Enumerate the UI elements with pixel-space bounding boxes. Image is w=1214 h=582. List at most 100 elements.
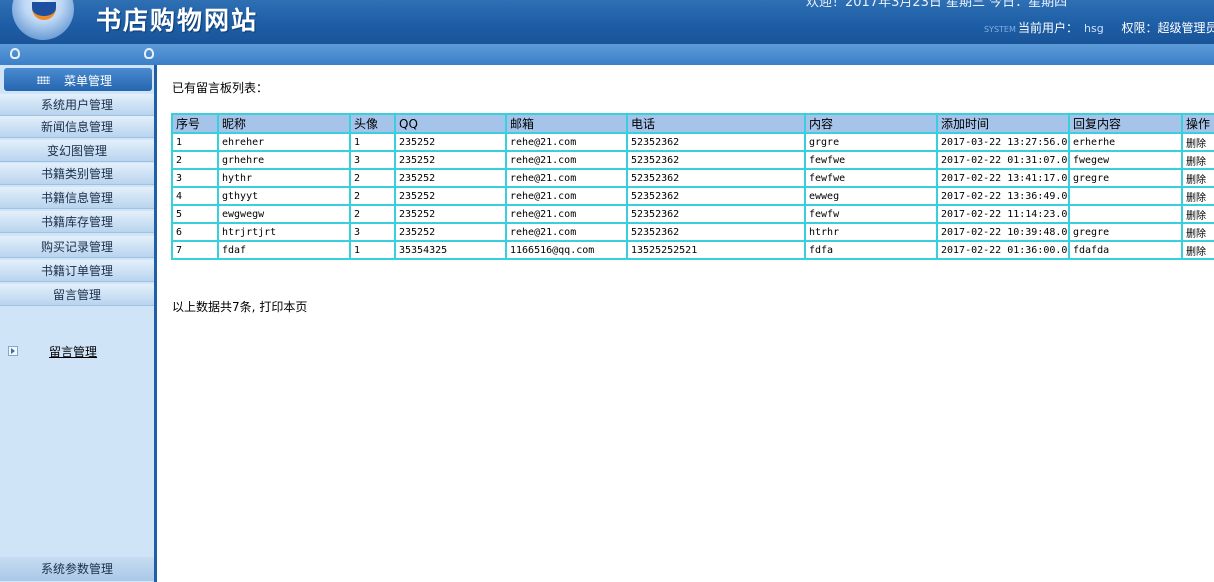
column-header: 电话 — [626, 113, 806, 134]
column-header: 操作 — [1181, 113, 1214, 134]
arrow-right-icon — [8, 346, 18, 356]
cell-phone: 52352362 — [626, 168, 806, 188]
cell-nick: ehreher — [217, 132, 351, 152]
cell-nick: fdaf — [217, 240, 351, 260]
cell-avatar: 3 — [349, 222, 396, 242]
cell-phone: 52352362 — [626, 204, 806, 224]
toolbar-strip — [0, 44, 1214, 65]
ring-icon — [144, 48, 154, 59]
cell-email: rehe@21.com — [505, 186, 628, 206]
cell-time: 2017-03-22 13:27:56.0 — [936, 132, 1070, 152]
cell-reply — [1068, 186, 1183, 206]
current-user-value: hsg — [1084, 22, 1104, 35]
column-header: QQ — [394, 113, 507, 134]
system-tag: SYSTEM — [984, 25, 1016, 34]
subitem-label[interactable]: 留言管理 — [49, 343, 97, 360]
cell-content: fdfa — [804, 240, 938, 260]
print-page-link[interactable]: 打印本页 — [259, 300, 307, 314]
cell-qq: 235252 — [394, 168, 507, 188]
column-header: 回复内容 — [1068, 113, 1183, 134]
cell-content: fewfwe — [804, 168, 938, 188]
cell-time: 2017-02-22 01:36:00.0 — [936, 240, 1070, 260]
cell-content: grgre — [804, 132, 938, 152]
sidebar-item-system-params[interactable]: 系统参数管理 — [0, 557, 154, 581]
sidebar-subitem-messages[interactable]: 留言管理 — [0, 340, 154, 362]
cell-id: 6 — [171, 222, 219, 242]
cell-reply: fwegew — [1068, 150, 1183, 170]
sidebar-item-system-users[interactable]: 系统用户管理 — [0, 94, 154, 116]
cell-reply: erherhe — [1068, 132, 1183, 152]
menu-header[interactable]: 菜单管理 — [4, 68, 152, 91]
sidebar-item-news[interactable]: 新闻信息管理 — [0, 116, 154, 138]
cell-nick: grhehre — [217, 150, 351, 170]
cell-qq: 235252 — [394, 204, 507, 224]
delete-link[interactable]: 删除 — [1181, 150, 1214, 170]
cell-qq: 235252 — [394, 150, 507, 170]
user-info: 当前用户： hsg 权限：超级管理员 — [1018, 19, 1214, 36]
cell-reply — [1068, 204, 1183, 224]
column-header: 昵称 — [217, 113, 351, 134]
sidebar-item-book-category[interactable]: 书籍类别管理 — [0, 163, 154, 185]
cell-phone: 52352362 — [626, 186, 806, 206]
cell-phone: 13525252521 — [626, 240, 806, 260]
cell-reply: gregre — [1068, 222, 1183, 242]
column-header: 序号 — [171, 113, 219, 134]
delete-link[interactable]: 删除 — [1181, 240, 1214, 260]
cell-content: htrhr — [804, 222, 938, 242]
page-heading: 已有留言板列表： — [172, 81, 269, 95]
ring-icon — [10, 48, 20, 59]
table-row: 1 ehreher 1 235252 rehe@21.com 52352362 … — [171, 132, 1214, 152]
sidebar-item-book-info[interactable]: 书籍信息管理 — [0, 187, 154, 209]
table-row: 7 fdaf 1 35354325 1166516@qq.com 1352525… — [171, 240, 1214, 260]
cell-id: 2 — [171, 150, 219, 170]
cell-avatar: 1 — [349, 132, 396, 152]
column-header: 邮箱 — [505, 113, 628, 134]
cell-email: rehe@21.com — [505, 222, 628, 242]
delete-link[interactable]: 删除 — [1181, 186, 1214, 206]
cell-avatar: 2 — [349, 168, 396, 188]
cell-email: rehe@21.com — [505, 204, 628, 224]
permission-label: 权限： — [1121, 21, 1158, 35]
cell-reply: gregre — [1068, 168, 1183, 188]
table-row: 4 gthyyt 2 235252 rehe@21.com 52352362 e… — [171, 186, 1214, 206]
grid-icon — [37, 76, 50, 84]
column-header: 添加时间 — [936, 113, 1070, 134]
delete-link[interactable]: 删除 — [1181, 132, 1214, 152]
current-user-label: 当前用户： — [1018, 21, 1079, 35]
cell-nick: ewgwegw — [217, 204, 351, 224]
cell-phone: 52352362 — [626, 222, 806, 242]
delete-link[interactable]: 删除 — [1181, 222, 1214, 242]
sidebar-item-carousel[interactable]: 变幻图管理 — [0, 140, 154, 162]
cell-email: rehe@21.com — [505, 150, 628, 170]
cell-content: fewfwe — [804, 150, 938, 170]
sidebar-item-book-stock[interactable]: 书籍库存管理 — [0, 211, 154, 233]
table-row: 6 htrjrtjrt 3 235252 rehe@21.com 5235236… — [171, 222, 1214, 242]
menu-header-label: 菜单管理 — [64, 74, 113, 88]
cell-id: 7 — [171, 240, 219, 260]
table-row: 3 hythr 2 235252 rehe@21.com 52352362 fe… — [171, 168, 1214, 188]
cell-email: rehe@21.com — [505, 132, 628, 152]
cell-id: 5 — [171, 204, 219, 224]
sidebar-item-book-orders[interactable]: 书籍订单管理 — [0, 260, 154, 282]
header-bar: 书店购物网站 欢迎！2017年3月23日 星期三 今日：星期四 SYSTEM 当… — [0, 0, 1214, 44]
sidebar-item-messages[interactable]: 留言管理 — [0, 284, 154, 306]
record-count-note: 以上数据共7条, 打印本页 — [172, 298, 307, 315]
cell-reply: fdafda — [1068, 240, 1183, 260]
cell-id: 4 — [171, 186, 219, 206]
message-table: 序号 昵称 头像 QQ 邮箱 电话 内容 添加时间 回复内容 操作 1 ehre… — [171, 113, 1214, 260]
sidebar-item-purchase-records[interactable]: 购买记录管理 — [0, 236, 154, 258]
cell-nick: gthyyt — [217, 186, 351, 206]
cell-avatar: 2 — [349, 204, 396, 224]
cell-qq: 235252 — [394, 186, 507, 206]
cell-id: 3 — [171, 168, 219, 188]
cell-qq: 235252 — [394, 132, 507, 152]
cell-content: ewweg — [804, 186, 938, 206]
cell-content: fewfw — [804, 204, 938, 224]
cell-nick: hythr — [217, 168, 351, 188]
column-header: 内容 — [804, 113, 938, 134]
delete-link[interactable]: 删除 — [1181, 204, 1214, 224]
permission-value: 超级管理员 — [1157, 21, 1214, 35]
table-row: 5 ewgwegw 2 235252 rehe@21.com 52352362 … — [171, 204, 1214, 224]
footer-prefix: 以上数据共 — [172, 300, 233, 314]
delete-link[interactable]: 删除 — [1181, 168, 1214, 188]
